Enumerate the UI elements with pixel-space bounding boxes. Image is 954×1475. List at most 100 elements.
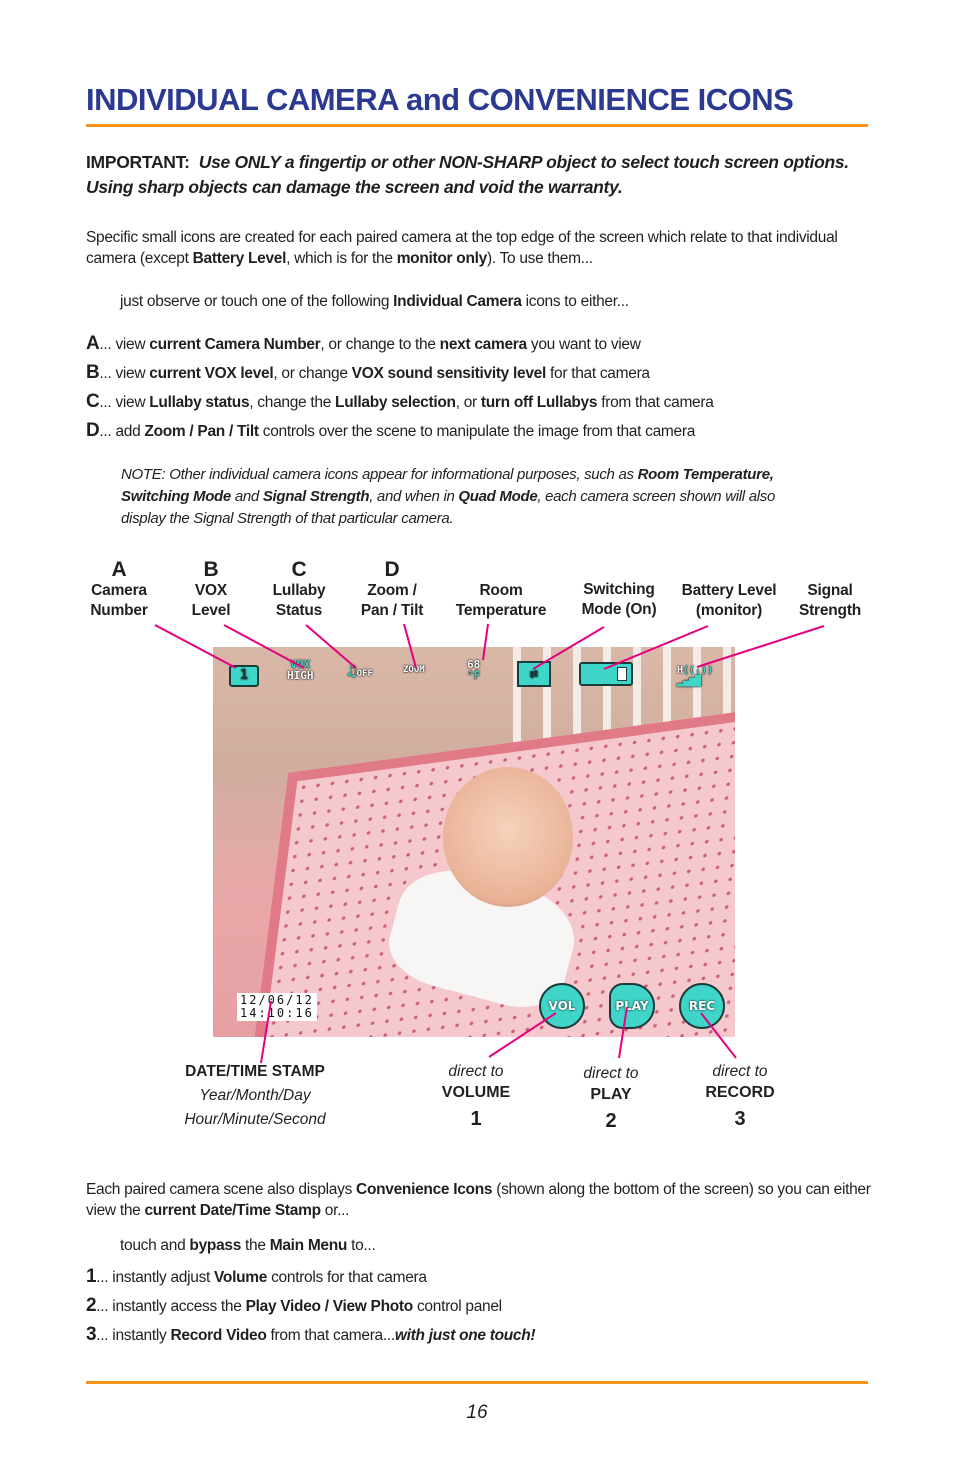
camera-item-b: B... view current VOX level, or change V… — [86, 362, 650, 384]
item-letter: D — [86, 420, 100, 441]
caption-number: 3 — [734, 1108, 746, 1130]
play-button[interactable]: PLAY — [609, 983, 655, 1029]
item-text: controls over the scene to manipulate th… — [258, 423, 696, 440]
camera-number-value: 1 — [240, 668, 248, 683]
lullaby-status-icon[interactable]: ♫OFF — [347, 661, 373, 680]
item-text: controls for that camera — [267, 1269, 427, 1286]
convenience-item-1: 1... instantly adjust Volume controls fo… — [86, 1266, 427, 1288]
page-title: INDIVIDUAL CAMERA and CONVENIENCE ICONS — [86, 82, 794, 117]
important-label: IMPORTANT: — [86, 152, 190, 172]
convenience-bold: current Date/Time Stamp — [144, 1202, 321, 1219]
intro-bold-individual: Individual Camera — [393, 293, 522, 310]
convenience-paragraph: Each paired camera scene also displays C… — [86, 1179, 876, 1221]
battery-level-icon — [579, 662, 633, 686]
caption-small: direct to — [583, 1065, 639, 1082]
item-text: ... view — [99, 365, 150, 382]
convenience-bold: bypass — [189, 1237, 242, 1254]
signal-strength-icon: H((ᵢ)) ▂▄▆█ — [677, 665, 714, 687]
intro-text: , which is for the — [286, 250, 397, 267]
important-text: Use ONLY a fingertip or other NON-SHARP … — [86, 152, 849, 197]
page-number: 16 — [466, 1402, 488, 1423]
item-text: ... add — [99, 423, 145, 440]
item-text: control panel — [412, 1298, 502, 1315]
label-letter: D — [384, 558, 400, 581]
intro-text: ). To use them... — [486, 250, 593, 267]
note-paragraph: NOTE: Other individual camera icons appe… — [121, 464, 811, 530]
volume-button[interactable]: VOL — [539, 983, 585, 1029]
item-letter: C — [86, 391, 100, 412]
title-rule — [86, 124, 868, 127]
item-bold: Zoom / Pan / Tilt — [144, 423, 259, 440]
item-letter: B — [86, 362, 100, 383]
vox-level-value: HIGH — [287, 669, 314, 682]
top-label-7: Signal Strength — [760, 581, 900, 621]
label-line1: Signal — [807, 582, 853, 599]
camera-screen-photo: 1 VOX HIGH ♫OFF ZOOM 68 °F ⇄ H((ᵢ)) ▂▄▆█ 1… — [213, 647, 735, 1037]
vox-level-icon[interactable]: VOX HIGH — [287, 659, 314, 681]
item-text: ... instantly access the — [96, 1298, 246, 1315]
note-text: , and when in — [369, 488, 459, 505]
item-text: from that camera — [597, 394, 714, 411]
datestamp-caption-title: DATE/TIME STAMP — [185, 1063, 325, 1080]
note-text: NOTE: Other individual camera icons appe… — [121, 466, 638, 483]
intro-bold-monitor: monitor only — [396, 250, 488, 267]
record-button[interactable]: REC — [679, 983, 725, 1029]
item-text: ... instantly — [96, 1327, 171, 1344]
camera-number-icon[interactable]: 1 — [229, 665, 259, 687]
camera-item-c: C... view Lullaby status, change the Lul… — [86, 391, 714, 413]
convenience-item-3: 3... instantly Record Video from that ca… — [86, 1324, 536, 1346]
caption-big: RECORD — [705, 1084, 775, 1101]
intro-instruction: just observe or touch one of the followi… — [120, 291, 629, 312]
camera-item-a: A... view current Camera Number, or chan… — [86, 333, 641, 355]
item-bold: VOX sound sensitivity level — [351, 365, 547, 382]
note-bold: Signal Strength — [262, 488, 370, 505]
item-bold: turn off Lullabys — [480, 394, 598, 411]
item-number: 1 — [86, 1266, 97, 1287]
caption-number: 2 — [605, 1110, 617, 1132]
zoom-pan-tilt-icon[interactable]: ZOOM — [403, 665, 425, 675]
caption-big: PLAY — [590, 1086, 632, 1103]
intro-text: just observe or touch one of the followi… — [120, 293, 394, 310]
camera-item-d: D... add Zoom / Pan / Tilt controls over… — [86, 420, 695, 442]
baby-face — [443, 767, 573, 907]
datestamp-caption-line2: Hour/Minute/Second — [184, 1111, 326, 1128]
item-bold: Play Video / View Photo — [245, 1298, 414, 1315]
item-letter: A — [86, 333, 100, 354]
item-text: , or — [455, 394, 481, 411]
item-number: 3 — [86, 1324, 97, 1345]
item-text: ... instantly adjust — [96, 1269, 215, 1286]
date-time-stamp: 12/06/12 14:10:16 — [237, 993, 317, 1021]
item-bold: Lullaby selection — [335, 394, 456, 411]
intro-paragraph: Specific small icons are created for eac… — [86, 227, 876, 269]
caption-small: direct to — [448, 1063, 504, 1080]
item-bold: Record Video — [170, 1327, 267, 1344]
caption-big: VOLUME — [441, 1084, 511, 1101]
convenience-instruction: touch and bypass the Main Menu to... — [120, 1235, 376, 1256]
zoom-label: ZOOM — [403, 665, 425, 675]
switching-mode-icon: ⇄ — [517, 661, 551, 687]
item-bold: current VOX level — [149, 365, 274, 382]
convenience-item-2: 2... instantly access the Play Video / V… — [86, 1295, 502, 1317]
convenience-caption-3: direct to RECORD 3 — [680, 1062, 800, 1134]
volume-label: VOL — [548, 999, 576, 1013]
convenience-caption-2: direct to PLAY 2 — [551, 1064, 671, 1136]
item-text: , change the — [249, 394, 336, 411]
room-temperature-icon: 68 °F — [467, 659, 480, 681]
convenience-bold: Convenience Icons — [356, 1181, 493, 1198]
item-text: , or change to the — [320, 336, 440, 353]
note-text: and — [230, 488, 263, 505]
item-text: for that camera — [546, 365, 650, 382]
item-text: , or change — [273, 365, 352, 382]
item-bold-italic: with just one touch! — [394, 1327, 536, 1344]
temperature-unit: °F — [467, 669, 481, 682]
important-warning: IMPORTANT: Use ONLY a fingertip or other… — [86, 150, 886, 200]
item-text: you want to view — [526, 336, 641, 353]
convenience-text: touch and — [120, 1237, 190, 1254]
item-bold: next camera — [439, 336, 527, 353]
item-number: 2 — [86, 1295, 97, 1316]
convenience-text: or... — [320, 1202, 350, 1219]
intro-bold-battery: Battery Level — [192, 250, 287, 267]
datestamp-caption-line1: Year/Month/Day — [199, 1087, 311, 1104]
convenience-bold: Main Menu — [269, 1237, 348, 1254]
item-bold: Lullaby status — [149, 394, 250, 411]
